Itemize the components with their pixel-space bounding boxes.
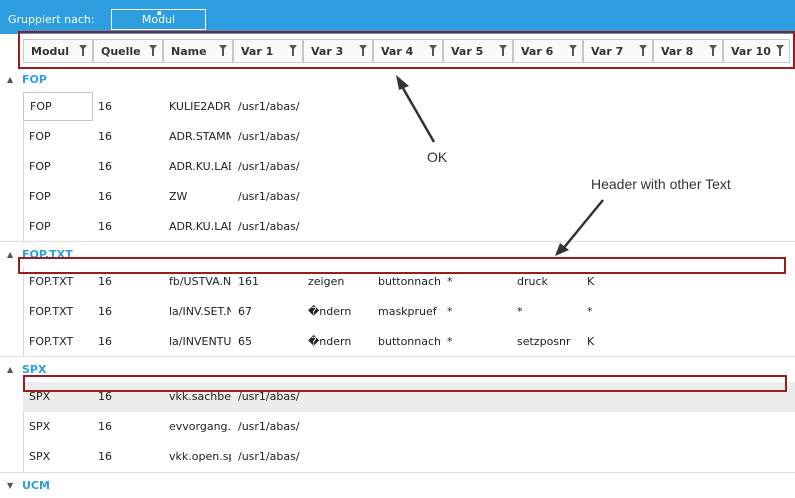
ok-arrow-line: [398, 82, 436, 143]
annotation-header-text: Header with other Text: [591, 176, 731, 192]
annotation-ok-text: OK: [427, 149, 448, 165]
annotation-arrows: [396, 75, 604, 256]
ok-arrow-head: [396, 75, 409, 90]
header-arrow-line: [561, 199, 604, 251]
